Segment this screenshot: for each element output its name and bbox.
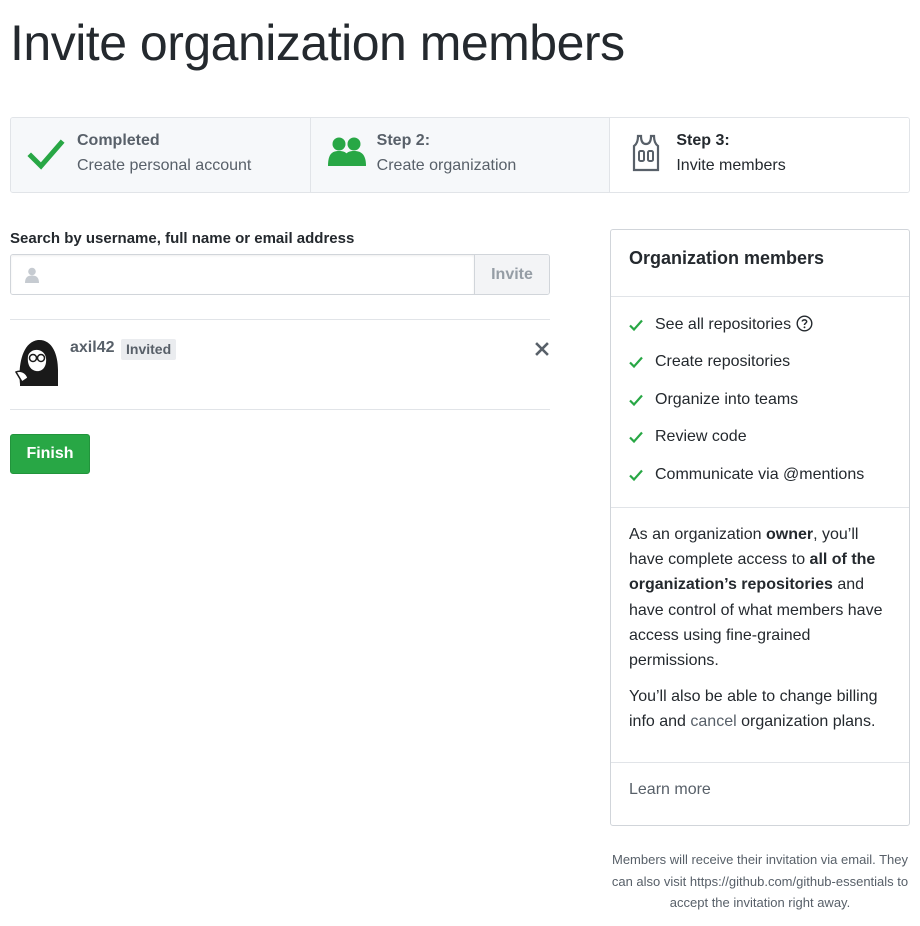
finish-button[interactable]: Finish xyxy=(10,434,90,474)
divider xyxy=(10,409,550,410)
step-subtitle: Invite members xyxy=(676,157,786,174)
text: organization plans. xyxy=(736,713,876,731)
close-icon[interactable] xyxy=(534,341,550,357)
check-icon xyxy=(629,469,643,481)
invite-button[interactable]: Invite xyxy=(474,255,549,294)
feature-label-wrap: See all repositories xyxy=(655,314,813,336)
check-icon xyxy=(629,319,643,332)
search-label: Search by username, full name or email a… xyxy=(10,230,355,247)
owner-description: As an organization owner, you’ll have co… xyxy=(611,508,909,763)
search-group: Invite xyxy=(10,254,550,295)
list-item: See all repositories xyxy=(611,314,909,351)
person-icon xyxy=(25,267,39,283)
list-item: Organize into teams xyxy=(611,389,909,426)
feature-label: Create repositories xyxy=(655,353,791,371)
step-3: Step 3: Invite members xyxy=(610,118,909,192)
avatar xyxy=(14,336,60,386)
search-field-wrapper xyxy=(11,255,474,294)
step-title: Completed xyxy=(77,132,160,149)
check-icon xyxy=(629,431,643,444)
steps-progress: Completed Create personal account Step 2… xyxy=(10,117,910,193)
cancel-link[interactable]: cancel xyxy=(690,713,736,730)
step-title: Step 3: xyxy=(676,132,730,149)
step-2: Step 2: Create organization xyxy=(310,118,611,192)
organization-members-panel: Organization members See all repositorie… xyxy=(610,229,910,826)
member-username[interactable]: axil42 xyxy=(70,339,114,357)
feature-label: See all repositories xyxy=(655,316,792,333)
divider xyxy=(10,319,550,320)
step-completed: Completed Create personal account xyxy=(11,118,311,192)
step-subtitle: Create personal account xyxy=(77,157,252,174)
invitation-note: Members will receive their invitation vi… xyxy=(611,852,909,910)
list-item: Create repositories xyxy=(611,351,909,388)
jersey-icon xyxy=(633,134,660,172)
feature-label: Review code xyxy=(655,428,747,446)
help-icon[interactable] xyxy=(796,315,813,332)
list-item: Review code xyxy=(611,426,909,463)
feature-label: Communicate via @mentions xyxy=(655,465,865,483)
billing-paragraph: You’ll also be able to change billing in… xyxy=(629,684,891,734)
owner-paragraph: As an organization owner, you’ll have co… xyxy=(629,522,891,673)
check-icon xyxy=(27,139,65,170)
check-icon xyxy=(629,357,643,369)
check-icon xyxy=(629,394,643,406)
text-bold: owner xyxy=(765,526,814,543)
page-title: Invite organization members xyxy=(10,15,625,71)
step-title: Step 2: xyxy=(376,132,431,149)
list-item: Communicate via @mentions xyxy=(611,464,909,501)
step-subtitle: Create organization xyxy=(376,157,517,174)
feature-list: See all repositories Create repositories… xyxy=(611,297,909,508)
feature-label: Organize into teams xyxy=(655,390,799,408)
invited-badge: Invited xyxy=(121,339,177,360)
text: As an organization xyxy=(629,526,766,543)
search-input[interactable] xyxy=(49,255,468,294)
learn-more-link[interactable]: Learn more xyxy=(611,763,909,799)
panel-title: Organization members xyxy=(611,230,909,297)
people-icon xyxy=(327,137,366,166)
